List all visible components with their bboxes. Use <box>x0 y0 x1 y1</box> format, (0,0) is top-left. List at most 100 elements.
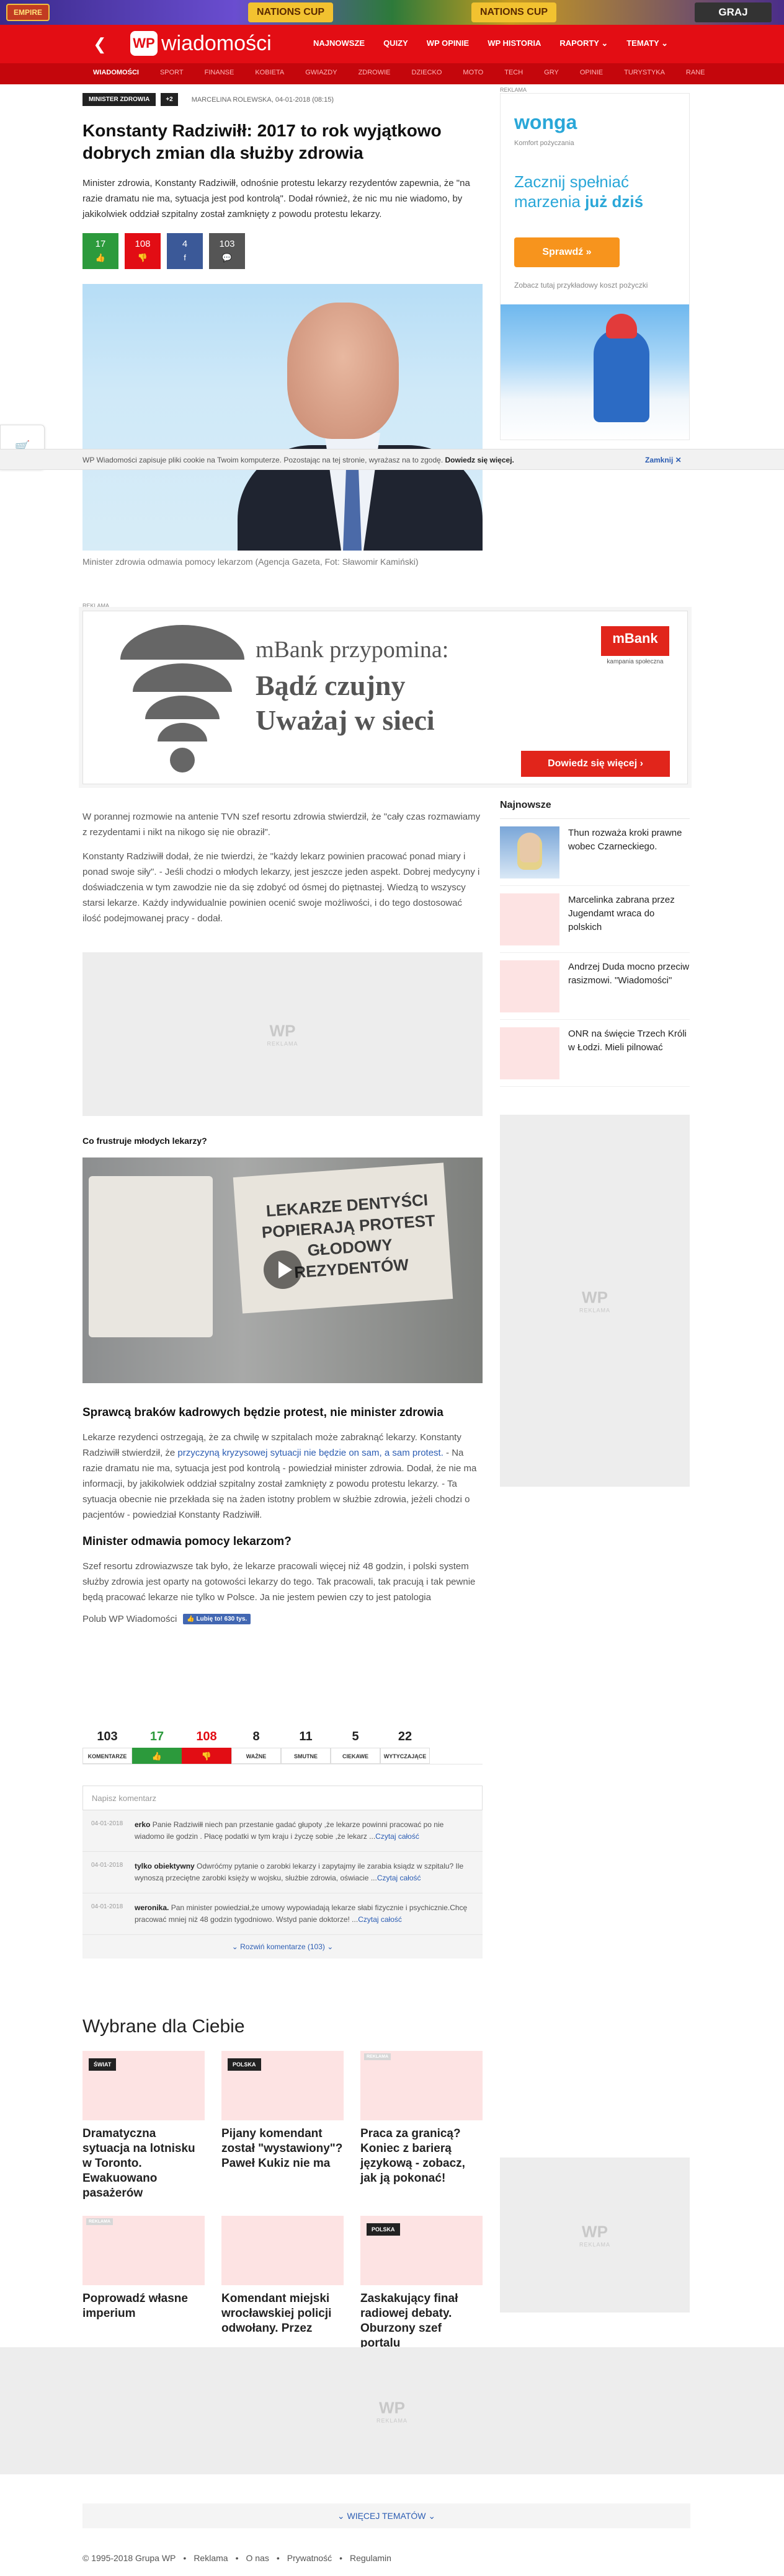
more-tags-button[interactable]: +2 <box>161 93 178 106</box>
topic-tag[interactable]: MINISTER ZDROWIA <box>82 93 156 106</box>
reaction-mood[interactable]: 8 WAŻNE <box>231 1730 281 1764</box>
footer-link[interactable]: O nas <box>246 2553 269 2563</box>
ad-label: REKLAMA <box>82 603 110 609</box>
nav-item[interactable]: NAJNOWSZE <box>313 38 365 48</box>
section-nav-item[interactable]: WIADOMOŚCI <box>93 69 139 76</box>
comment: 04-01-2018 tylko obiektywny Odwróćmy pyta… <box>82 1852 483 1893</box>
section-nav-item[interactable]: TURYSTYKA <box>624 69 665 76</box>
site-logo[interactable]: WP wiadomości <box>130 31 272 56</box>
article-header: MINISTER ZDROWIA +2 MARCELINA ROLEWSKA, … <box>82 93 483 568</box>
latest-news-item[interactable]: Marcelinka zabrana przez Jugendamt wraca… <box>500 886 690 953</box>
reaction-mood[interactable]: 5 CIEKAWE <box>331 1730 380 1764</box>
footer-link[interactable]: Reklama <box>194 2553 228 2563</box>
section-nav-item[interactable]: RANE <box>686 69 705 76</box>
reaction-label[interactable]: WAŻNE <box>231 1748 281 1764</box>
inline-ad[interactable]: WP REKLAMA <box>82 952 483 1116</box>
wifi-icon <box>120 625 244 772</box>
reaction-label[interactable]: 👍 <box>132 1748 182 1764</box>
reaction-label[interactable]: WYTYCZAJĄCE <box>380 1748 430 1764</box>
downvote-button[interactable]: 108 👎 <box>125 233 161 269</box>
comments-button[interactable]: 103 💬 <box>209 233 245 269</box>
latest-title: Najnowsze <box>500 800 690 819</box>
site-name: wiadomości <box>161 31 272 55</box>
paragraph: Lekarze rezydenci ostrzegają, że za chwi… <box>82 1432 477 1520</box>
section-nav-item[interactable]: ZDROWIE <box>359 69 391 76</box>
bottom-ad[interactable]: WP REKLAMA <box>0 2347 784 2474</box>
reaction-down[interactable]: 108 👎 <box>182 1730 231 1764</box>
back-arrow-icon[interactable]: ❮ <box>93 35 107 54</box>
inline-link[interactable]: przyczyną kryzysowej sytuacji nie będzie… <box>177 1448 443 1458</box>
section-nav-item[interactable]: SPORT <box>160 69 184 76</box>
reaction-mood[interactable]: 11 SMUTNE <box>281 1730 331 1764</box>
top-banner-ad[interactable]: EMPIRE NATIONS CUP NATIONS CUP GRAJ <box>0 0 784 25</box>
reaction-mood[interactable]: 103 KOMENTARZE <box>82 1730 132 1764</box>
nav-item[interactable]: TEMATY ⌄ <box>626 38 668 48</box>
recommended-card[interactable]: REKLAMA Praca za granicą? Koniec z barier… <box>360 2051 483 2201</box>
cookie-more-link[interactable]: Dowiedz się więcej. <box>445 456 514 464</box>
comment-input[interactable]: Napisz komentarz <box>82 1786 483 1810</box>
recommended-section: Wybrane dla Ciebie ŚWIAT Dramatyczna sytu… <box>82 2016 483 2351</box>
latest-news-item[interactable]: Thun rozważa kroki prawne wobec Czarneck… <box>500 819 690 886</box>
video-player[interactable]: LEKARZE DENTYŚCI POPIERAJĄ PROTEST GŁODO… <box>82 1157 483 1383</box>
reaction-label[interactable]: 👎 <box>182 1748 231 1764</box>
reaction-count: 17 <box>95 239 106 249</box>
section-nav-item[interactable]: OPINIE <box>580 69 603 76</box>
expand-comments-button[interactable]: ⌄ Rozwiń komentarze (103) ⌄ <box>82 1935 483 1952</box>
nav-item[interactable]: WP HISTORIA <box>488 38 541 48</box>
footer-separator: • <box>339 2553 342 2563</box>
section-nav-item[interactable]: MOTO <box>463 69 483 76</box>
read-more-link[interactable]: Czytaj całość <box>358 1915 402 1924</box>
read-more-link[interactable]: Czytaj całość <box>375 1832 419 1841</box>
section-nav-item[interactable]: DZIECKO <box>412 69 442 76</box>
reaction-up[interactable]: 17 👍 <box>132 1730 182 1764</box>
wonga-ad[interactable]: wonga Komfort pożyczania Zacznij spełnia… <box>500 93 690 440</box>
recommended-card[interactable]: Komendant miejski wrocławskiej policji o… <box>221 2216 344 2351</box>
nav-item[interactable]: RAPORTY ⌄ <box>559 38 608 48</box>
card-category: POLSKA <box>367 2223 400 2236</box>
section-nav-item[interactable]: TECH <box>504 69 523 76</box>
read-more-link[interactable]: Czytaj całość <box>377 1874 421 1882</box>
facebook-like-button[interactable]: 👍 Lubię to! 630 tys. <box>183 1614 251 1624</box>
play-button[interactable]: GRAJ <box>695 2 772 22</box>
article-photo <box>82 284 483 551</box>
sidebar-ad[interactable]: WP REKLAMA <box>500 1115 690 1487</box>
footer-link[interactable]: © 1995-2018 Grupa WP <box>82 2553 176 2563</box>
card-image: POLSKA <box>221 2051 344 2120</box>
nav-item[interactable]: WP OPINIE <box>427 38 469 48</box>
cookie-bar: WP Wiadomości zapisuje pliki cookie na T… <box>0 449 784 470</box>
section-nav-item[interactable]: GWIAZDY <box>305 69 337 76</box>
latest-news-item[interactable]: Andrzej Duda mocno przeciw rasizmowi. "W… <box>500 953 690 1020</box>
nav-item[interactable]: QUIZY <box>383 38 408 48</box>
comment-author[interactable]: tylko obiektywny <box>135 1862 195 1870</box>
reaction-label[interactable]: SMUTNE <box>281 1748 331 1764</box>
section-nav-item[interactable]: GRY <box>544 69 559 76</box>
footer-link[interactable]: Regulamin <box>350 2553 391 2563</box>
latest-news-item[interactable]: ONR na święcie Trzech Króli w Łodzi. Mie… <box>500 1020 690 1087</box>
recommended-card[interactable]: REKLAMA Poprowadź własne imperium <box>82 2216 205 2351</box>
reaction-label[interactable]: CIEKAWE <box>331 1748 380 1764</box>
play-icon[interactable] <box>264 1250 302 1289</box>
more-topics-button[interactable]: ⌄ WIĘCEJ TEMATÓW ⌄ <box>82 2503 690 2528</box>
recommended-card[interactable]: POLSKA Pijany komendant został "wystawion… <box>221 2051 344 2201</box>
sidebar-ad[interactable]: WP REKLAMA <box>500 2158 690 2313</box>
footer-link[interactable]: Prywatność <box>287 2553 332 2563</box>
news-thumbnail <box>500 1027 559 1079</box>
reaction-label[interactable]: KOMENTARZE <box>82 1748 132 1764</box>
recommended-card[interactable]: ŚWIAT Dramatyczna sytuacja na lotnisku w … <box>82 2051 205 2201</box>
mbank-cta-button[interactable]: Dowiedz się więcej › <box>521 751 670 777</box>
reaction-count: 103 <box>97 1730 118 1743</box>
reaction-mood[interactable]: 22 WYTYCZAJĄCE <box>380 1730 430 1764</box>
reaction-count: 8 <box>252 1730 260 1743</box>
facebook-share-button[interactable]: 4f <box>167 233 203 269</box>
comment-author[interactable]: erko <box>135 1820 150 1829</box>
section-nav-item[interactable]: FINANSE <box>205 69 234 76</box>
mbank-ad[interactable]: mBank przypomina: Bądź czujny Uważaj w si… <box>82 611 688 784</box>
section-nav-item[interactable]: KOBIETA <box>255 69 284 76</box>
reaction-count: 108 <box>196 1730 217 1743</box>
comment-author[interactable]: weronika. <box>135 1903 169 1912</box>
recommended-card[interactable]: POLSKA Zaskakujący finał radiowej debaty.… <box>360 2216 483 2351</box>
upvote-button[interactable]: 17 👍 <box>82 233 118 269</box>
news-title: Marcelinka zabrana przez Jugendamt wraca… <box>568 895 675 932</box>
cookie-close-button[interactable]: Zamknij ✕ <box>645 456 682 464</box>
wonga-check-button[interactable]: Sprawdź » <box>514 237 620 267</box>
